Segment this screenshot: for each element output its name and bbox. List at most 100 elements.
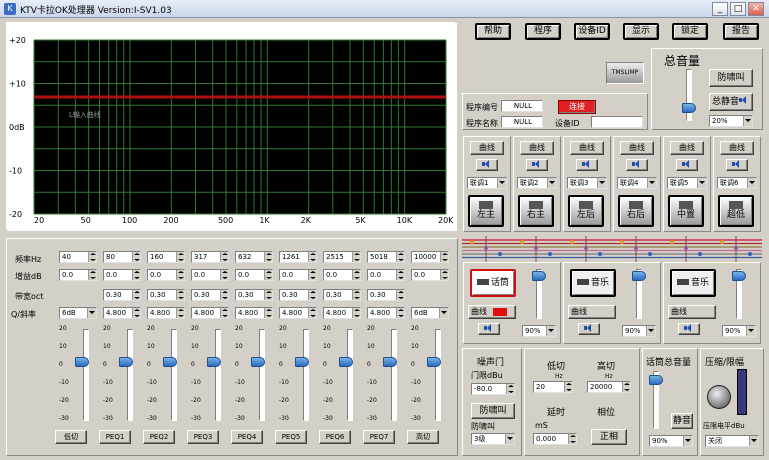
eq-gain-field[interactable]: 0.0 — [235, 269, 273, 281]
eq-band-slider[interactable] — [83, 329, 89, 421]
eq-band-button[interactable]: PEQ6 — [319, 430, 351, 444]
input-volume-thumb[interactable] — [532, 271, 546, 281]
minimize-button[interactable]: _ — [712, 2, 728, 16]
input-curve-button[interactable]: 曲线 — [668, 305, 716, 319]
channel-curve-button[interactable]: 曲线 — [520, 141, 554, 155]
eq-q-field[interactable]: 4.800 — [103, 307, 141, 319]
input-volume-thumb[interactable] — [632, 271, 646, 281]
eq-band-thumb[interactable] — [163, 357, 177, 367]
channel-curve-button[interactable]: 曲线 — [570, 141, 604, 155]
eq-q-field[interactable]: 4.800 — [191, 307, 229, 319]
eq-q-field[interactable]: 4.800 — [147, 307, 185, 319]
eq-freq-field[interactable]: 2515 — [323, 251, 361, 263]
eq-gain-field[interactable]: 0.0 — [323, 269, 361, 281]
master-mute-button[interactable]: 总静音 — [709, 93, 753, 111]
eq-q-field[interactable]: 4.800 — [323, 307, 361, 319]
channel-link-select[interactable]: 联调5 — [667, 177, 707, 189]
eq-band-slider[interactable] — [259, 329, 265, 421]
eq-band-button[interactable]: PEQ4 — [231, 430, 263, 444]
eq-band-button[interactable]: PEQ7 — [363, 430, 395, 444]
channel-curve-button[interactable]: 曲线 — [720, 141, 754, 155]
input-mute-button[interactable] — [578, 323, 600, 335]
high-cut-field[interactable]: 20000 — [587, 381, 631, 393]
eq-band-button[interactable]: 低切 — [55, 430, 87, 444]
threshold-field[interactable]: -80.0 — [471, 383, 515, 395]
channel-link-select[interactable]: 联调4 — [617, 177, 657, 189]
channel-curve-button[interactable]: 曲线 — [620, 141, 654, 155]
channel-mute-button[interactable] — [576, 159, 598, 171]
input-source-button[interactable]: 音乐 — [670, 269, 716, 297]
eq-freq-field[interactable]: 317 — [191, 251, 229, 263]
eq-band-thumb[interactable] — [383, 357, 397, 367]
eq-gain-field[interactable]: 0.0 — [147, 269, 185, 281]
master-volume-thumb[interactable] — [682, 103, 696, 113]
input-curve-button[interactable]: 曲线 — [468, 305, 516, 319]
maximize-button[interactable]: □ — [730, 2, 746, 16]
channel-link-select[interactable]: 联调2 — [517, 177, 557, 189]
eq-band-thumb[interactable] — [251, 357, 265, 367]
top-button-1[interactable]: 程序 — [525, 23, 561, 40]
top-button-3[interactable]: 显示 — [623, 23, 659, 40]
mic-percent-field[interactable]: 90% — [649, 435, 693, 447]
channel-link-select[interactable]: 联调6 — [717, 177, 757, 189]
eq-q-field[interactable]: 6dB — [59, 307, 97, 319]
eq-band-button[interactable]: 高切 — [407, 430, 439, 444]
eq-gain-field[interactable]: 0.0 — [59, 269, 97, 281]
anti-howl-button[interactable]: 防啸叫 — [709, 69, 753, 87]
eq-band-slider[interactable] — [127, 329, 133, 421]
eq-band-button[interactable]: PEQ2 — [143, 430, 175, 444]
channel-output-button[interactable]: 右后 — [618, 195, 654, 227]
eq-band-thumb[interactable] — [339, 357, 353, 367]
compressor-mode-select[interactable]: 关闭 — [705, 435, 759, 447]
howl-level-select[interactable]: 3级 — [471, 433, 515, 445]
eq-band-thumb[interactable] — [295, 357, 309, 367]
eq-band-thumb[interactable] — [207, 357, 221, 367]
eq-band-thumb[interactable] — [427, 357, 441, 367]
eq-q-field[interactable]: 4.800 — [235, 307, 273, 319]
master-volume-slider[interactable] — [686, 69, 692, 121]
channel-curve-button[interactable]: 曲线 — [670, 141, 704, 155]
eq-bw-field[interactable]: 0.30 — [103, 289, 141, 301]
eq-band-button[interactable]: PEQ1 — [99, 430, 131, 444]
input-source-button[interactable]: 音乐 — [570, 269, 616, 297]
close-button[interactable]: ✕ — [748, 2, 764, 16]
top-button-5[interactable]: 报告 — [723, 23, 759, 40]
input-volume-thumb[interactable] — [732, 271, 746, 281]
eq-freq-field[interactable]: 5018 — [367, 251, 405, 263]
master-percent-field[interactable]: 20% — [709, 115, 753, 127]
eq-q-field[interactable]: 6dB — [411, 307, 449, 319]
eq-band-thumb[interactable] — [75, 357, 89, 367]
eq-freq-field[interactable]: 80 — [103, 251, 141, 263]
eq-bw-field[interactable]: 0.30 — [235, 289, 273, 301]
eq-freq-field[interactable]: 160 — [147, 251, 185, 263]
top-button-4[interactable]: 锁定 — [672, 23, 708, 40]
eq-gain-field[interactable]: 0.0 — [191, 269, 229, 281]
eq-band-button[interactable]: PEQ5 — [275, 430, 307, 444]
connect-button[interactable]: 连接 — [558, 100, 596, 114]
eq-band-thumb[interactable] — [119, 357, 133, 367]
eq-bw-field[interactable]: 0.30 — [279, 289, 317, 301]
channel-mute-button[interactable] — [526, 159, 548, 171]
eq-freq-field[interactable]: 40 — [59, 251, 97, 263]
eq-gain-field[interactable]: 0.0 — [279, 269, 317, 281]
channel-link-select[interactable]: 联调3 — [567, 177, 607, 189]
mic-mute-button[interactable]: 静音 — [671, 413, 693, 429]
channel-output-button[interactable]: 左后 — [568, 195, 604, 227]
low-cut-field[interactable]: 20 — [533, 381, 573, 393]
input-percent-field[interactable]: 90% — [722, 325, 756, 337]
eq-bw-field[interactable]: 0.30 — [147, 289, 185, 301]
input-percent-field[interactable]: 90% — [522, 325, 556, 337]
eq-freq-field[interactable]: 1261 — [279, 251, 317, 263]
eq-band-slider[interactable] — [347, 329, 353, 421]
eq-freq-field[interactable]: 10000 — [411, 251, 449, 263]
top-button-2[interactable]: 设备ID — [574, 23, 610, 40]
channel-curve-button[interactable]: 曲线 — [470, 141, 504, 155]
eq-band-slider[interactable] — [215, 329, 221, 421]
eq-gain-field[interactable]: 0.0 — [411, 269, 449, 281]
gate-anti-howl-button[interactable]: 防啸叫 — [471, 403, 515, 419]
channel-output-button[interactable]: 中置 — [668, 195, 704, 227]
eq-q-field[interactable]: 4.800 — [279, 307, 317, 319]
channel-output-button[interactable]: 左主 — [468, 195, 504, 227]
mic-master-thumb[interactable] — [649, 375, 663, 385]
input-mute-button[interactable] — [478, 323, 500, 335]
